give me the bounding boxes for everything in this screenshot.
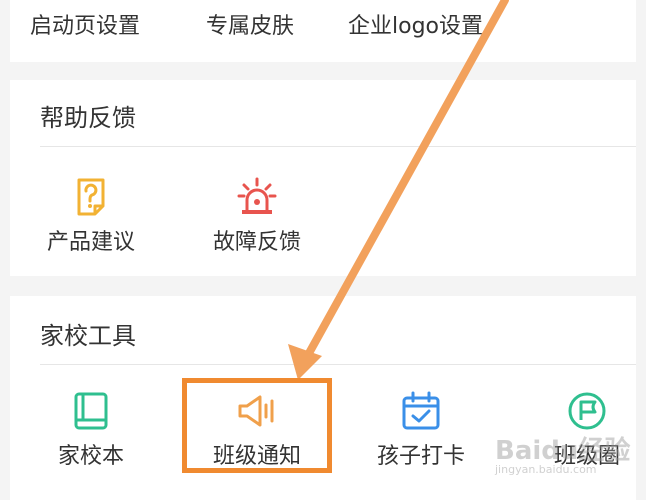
divider <box>40 364 636 365</box>
class-circle-button[interactable]: 班级圈 <box>522 390 646 470</box>
help-feedback-title: 帮助反馈 <box>40 104 136 132</box>
fault-feedback-label: 故障反馈 <box>212 230 301 255</box>
home-school-tools-title: 家校工具 <box>40 322 136 350</box>
help-feedback-section: 帮助反馈 产品建议 故障反馈 <box>10 80 636 276</box>
calendar-check-icon <box>402 391 440 430</box>
class-notice-label: 班级通知 <box>212 444 301 469</box>
product-suggestion-label: 产品建议 <box>46 230 135 255</box>
megaphone-icon <box>238 395 274 427</box>
child-checkin-button[interactable]: 孩子打卡 <box>356 390 486 470</box>
child-checkin-label: 孩子打卡 <box>376 444 465 469</box>
fault-feedback-button[interactable]: 故障反馈 <box>192 176 322 256</box>
notebook-icon <box>74 392 108 430</box>
alarm-siren-icon <box>237 177 277 214</box>
startup-page-settings[interactable]: 启动页设置 <box>30 8 140 40</box>
circle-flag-icon <box>568 392 606 430</box>
company-logo-settings[interactable]: 企业logo设置 <box>348 8 483 40</box>
home-school-book-button[interactable]: 家校本 <box>26 390 156 470</box>
home-school-tools-section: 家校工具 家校本 班级通知 孩子打卡 班级圈 <box>10 296 636 500</box>
class-circle-label: 班级圈 <box>553 444 620 469</box>
top-settings-row: 启动页设置 专属皮肤 企业logo设置 <box>10 0 636 62</box>
product-suggestion-button[interactable]: 产品建议 <box>26 176 156 256</box>
divider <box>40 146 636 147</box>
exclusive-skin[interactable]: 专属皮肤 <box>206 8 294 40</box>
question-note-icon <box>77 178 105 216</box>
home-school-book-label: 家校本 <box>57 444 124 469</box>
class-notice-button[interactable]: 班级通知 <box>192 390 322 470</box>
